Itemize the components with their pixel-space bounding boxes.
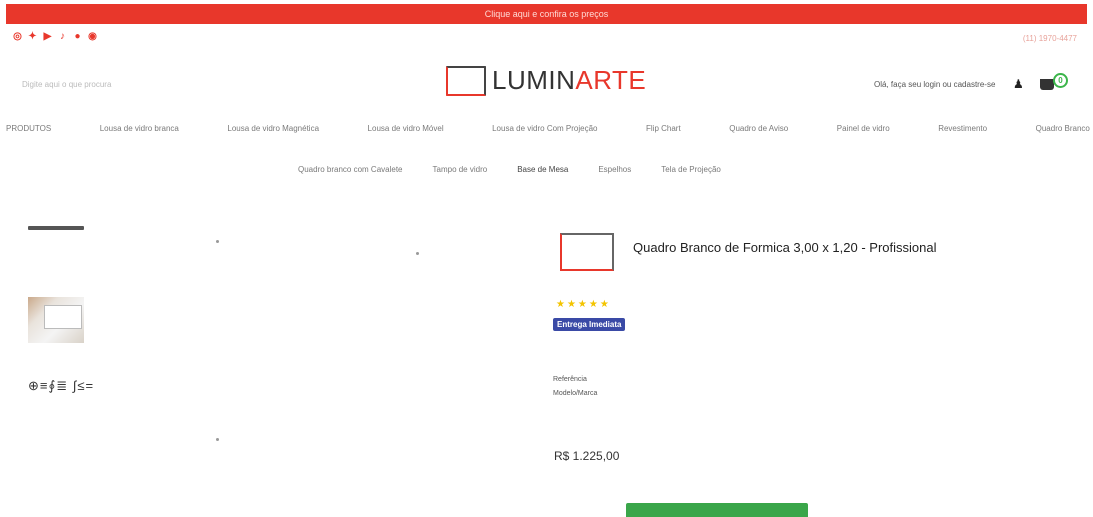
nav-item-quadro-cavalete[interactable]: Quadro branco com Cavalete [298, 165, 403, 174]
nav-item-lousa-movel[interactable]: Lousa de vidro Móvel [368, 124, 444, 133]
gallery-thumb-3[interactable]: ⊕≡∮≣ ∫≤= [28, 378, 94, 394]
nav-item-base-mesa[interactable]: Base de Mesa [517, 165, 568, 174]
image-placeholder-dot [216, 438, 219, 441]
instagram-icon[interactable]: ◎ [12, 31, 23, 42]
rating-stars[interactable]: ★★★★★ [556, 299, 611, 310]
github-icon[interactable]: ● [72, 31, 83, 42]
image-placeholder-dot [416, 252, 419, 255]
product-title: Quadro Branco de Formica 3,00 x 1,20 - P… [633, 240, 937, 255]
site-logo[interactable]: LUMIN ARTE [446, 65, 646, 96]
logo-text-part1: LUMIN [492, 65, 576, 95]
nav-item-lousa-projecao[interactable]: Lousa de vidro Com Projeção [492, 124, 597, 133]
whiteboard-image [44, 305, 82, 329]
nav-item-tampo-vidro[interactable]: Tampo de vidro [433, 165, 488, 174]
youtube-icon[interactable]: ▶ [42, 31, 53, 42]
pinterest-icon[interactable]: ◉ [87, 31, 98, 42]
login-link[interactable]: Olá, faça seu login ou cadastre-se [874, 80, 995, 89]
reference-label: Referência [553, 376, 587, 383]
cart-icon [1040, 79, 1054, 90]
tiktok-icon[interactable]: ♪ [57, 31, 68, 42]
gallery-thumb-1[interactable] [28, 226, 84, 230]
nav-item-flip-chart[interactable]: Flip Chart [646, 124, 681, 133]
nav-item-quadro-branco[interactable]: Quadro Branco [1036, 124, 1090, 133]
promo-text[interactable]: Clique aqui e confira os preços [485, 9, 609, 19]
main-nav: PRODUTOS Lousa de vidro branca Lousa de … [6, 124, 1090, 133]
nav-item-lousa-magnetica[interactable]: Lousa de vidro Magnética [227, 124, 319, 133]
product-price: R$ 1.225,00 [554, 449, 620, 463]
social-links: ◎ ✦ ▶ ♪ ● ◉ [12, 31, 98, 42]
image-placeholder-dot [216, 240, 219, 243]
phone-number[interactable]: (11) 1970-4477 [1023, 34, 1077, 43]
delivery-badge: Entrega Imediata [553, 318, 626, 331]
cart-button[interactable]: 0 [1040, 73, 1068, 93]
user-icon[interactable]: ♟ [1013, 77, 1024, 91]
twitter-icon[interactable]: ✦ [27, 31, 38, 42]
logo-text-part2: ARTE [575, 65, 647, 95]
nav-item-tela-projecao[interactable]: Tela de Projeção [661, 165, 721, 174]
model-label: Modelo/Marca [553, 390, 598, 397]
nav-item-produtos[interactable]: PRODUTOS [6, 124, 51, 133]
search-input[interactable]: Digite aqui o que procura [22, 80, 111, 89]
cart-count-badge: 0 [1053, 73, 1068, 88]
nav-item-revestimento[interactable]: Revestimento [938, 124, 987, 133]
nav-item-painel-vidro[interactable]: Painel de vidro [837, 124, 890, 133]
nav-item-lousa-branca[interactable]: Lousa de vidro branca [100, 124, 179, 133]
secondary-nav: Quadro branco com Cavalete Tampo de vidr… [298, 165, 721, 174]
promo-bar[interactable]: Clique aqui e confira os preços [6, 4, 1087, 24]
logo-frame-icon [446, 65, 486, 96]
nav-item-quadro-aviso[interactable]: Quadro de Aviso [729, 124, 788, 133]
nav-item-espelhos[interactable]: Espelhos [598, 165, 631, 174]
product-logo-image [560, 233, 614, 271]
gallery-thumb-2[interactable] [28, 297, 84, 343]
